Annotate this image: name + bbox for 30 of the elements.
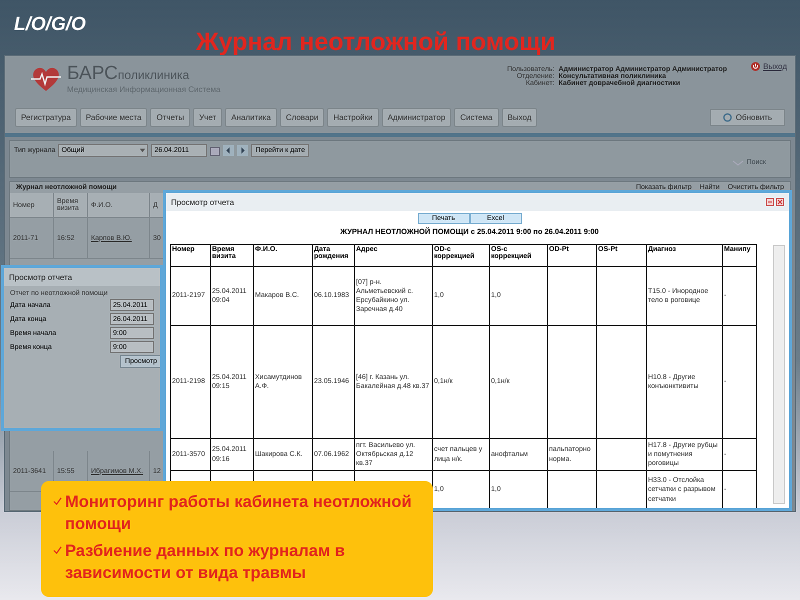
callout-text: Мониторинг работы кабинета неотложной помощи	[65, 492, 413, 536]
menu-button[interactable]: Аналитика	[225, 108, 277, 126]
logout-link[interactable]: Выход	[751, 56, 787, 72]
slide-title: Журнал неотложной помощи	[196, 28, 556, 57]
menu-button[interactable]: Система	[454, 108, 498, 126]
brand-name: БАРС	[67, 63, 118, 85]
next-icon[interactable]	[237, 145, 248, 156]
check-icon	[53, 497, 62, 506]
check-icon	[53, 546, 62, 555]
scrollbar[interactable]	[773, 245, 785, 504]
previous-icon[interactable]	[223, 145, 234, 156]
menu-button[interactable]: Рабочие места	[80, 108, 148, 126]
dialog-title: Просмотр отчета	[9, 272, 72, 282]
heart-pulse-icon	[29, 66, 63, 92]
menu-button[interactable]: Регистратура	[15, 108, 77, 126]
caret-icon	[138, 146, 148, 155]
menu-button[interactable]: Выход	[502, 108, 538, 126]
menu-button[interactable]: Отчеты	[150, 108, 190, 126]
slide-logo: L/O/G/O	[14, 14, 86, 36]
minimize-icon[interactable]	[766, 198, 774, 206]
refresh-button[interactable]: Обновить	[710, 108, 785, 126]
brand-product: поликлиника	[118, 68, 190, 82]
close-icon[interactable]	[776, 198, 784, 206]
menu-button[interactable]: Словари	[280, 108, 324, 126]
menu-button[interactable]: Учет	[193, 108, 222, 126]
callout-text: Разбиение данных по журналам в зависимости от вида травмы	[65, 540, 346, 584]
dialog-title: Просмотр отчета	[171, 198, 234, 206]
power-icon	[751, 62, 760, 70]
menu-button[interactable]: Настройки	[327, 108, 379, 126]
menu-button[interactable]: Администратор	[382, 108, 452, 126]
